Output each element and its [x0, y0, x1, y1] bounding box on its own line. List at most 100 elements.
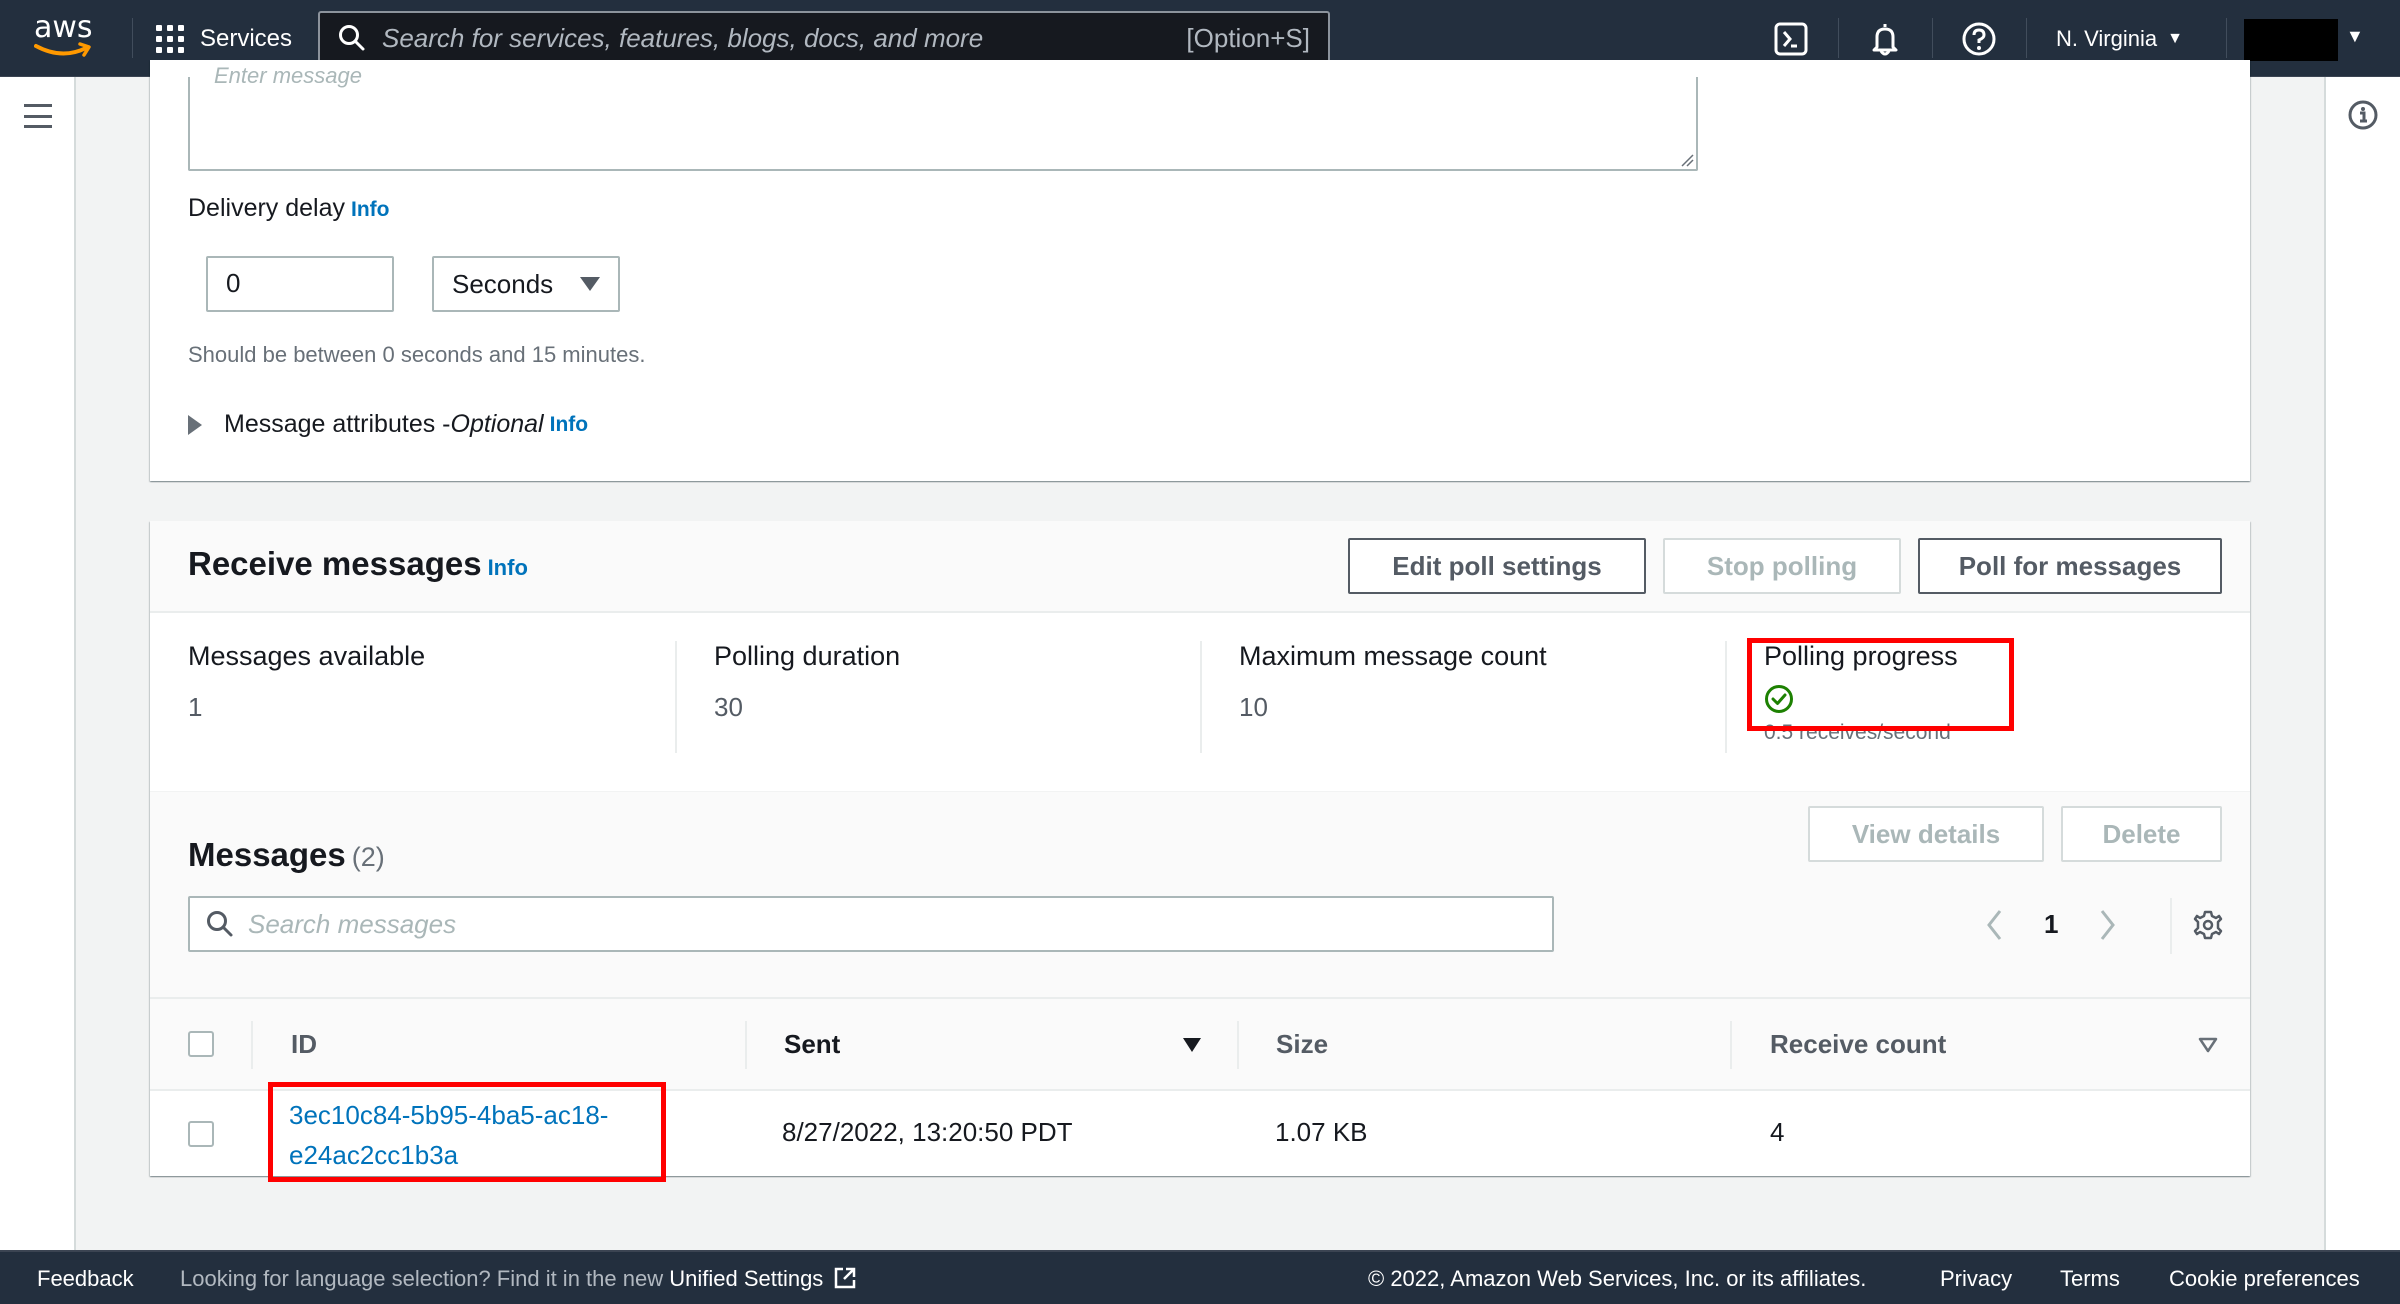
messages-title: Messages (2) [188, 836, 385, 874]
grid-icon [156, 25, 184, 53]
current-page-number[interactable]: 1 [2044, 909, 2058, 940]
unified-settings-link[interactable]: Unified Settings [669, 1266, 823, 1291]
receive-messages-header: Receive messages Info Edit poll settings … [150, 521, 2250, 613]
receive-messages-title: Receive messages Info [188, 545, 528, 583]
column-divider [1730, 1021, 1732, 1069]
messages-table-header: ID Sent Size Receive count [150, 999, 2250, 1091]
account-caret-icon[interactable]: ▼ [2346, 26, 2364, 47]
column-header-receive-count[interactable]: Receive count [1770, 1029, 1946, 1060]
cookie-preferences-link[interactable]: Cookie preferences [2169, 1266, 2360, 1292]
message-id-line-2: e24ac2cc1b3a [289, 1140, 459, 1170]
column-header-id[interactable]: ID [291, 1029, 317, 1060]
right-tools-rail [2324, 77, 2400, 1250]
info-panel-icon[interactable] [2347, 99, 2379, 131]
receive-messages-panel: Receive messages Info Edit poll settings … [150, 521, 2250, 1182]
bell-icon[interactable] [1866, 20, 1904, 58]
messages-section-header: Messages (2) View details Delete Search m… [150, 791, 2250, 999]
delivery-delay-text: Delivery delay [188, 194, 346, 222]
aws-logo[interactable]: aws [34, 10, 94, 60]
delete-button[interactable]: Delete [2061, 806, 2222, 862]
help-icon[interactable] [1960, 20, 1998, 58]
message-receive-count-cell: 4 [1770, 1117, 1785, 1147]
previous-page-icon[interactable] [1984, 908, 2004, 942]
delivery-delay-input[interactable]: 0 [206, 256, 394, 312]
receive-messages-info-link[interactable]: Info [488, 555, 528, 580]
message-id-link[interactable]: 3ec10c84-5b95-4ba5-ac18- e24ac2cc1b3a [289, 1095, 608, 1175]
stat-maximum-message-count: Maximum message count 10 [1239, 641, 1547, 751]
language-notice: Looking for language selection? Find it … [180, 1266, 857, 1292]
aws-logo-text: aws [34, 10, 93, 45]
caret-down-icon: ▼ [2167, 30, 2183, 47]
stat-divider [1200, 641, 1202, 753]
region-label: N. Virginia [2056, 26, 2158, 51]
stat-polling-duration: Polling duration 30 [714, 641, 900, 751]
stat-value: 30 [714, 692, 743, 722]
receive-messages-title-text: Receive messages [188, 545, 482, 582]
row-checkbox[interactable] [188, 1121, 214, 1147]
menu-hamburger-icon[interactable] [24, 104, 52, 128]
messages-title-text: Messages [188, 836, 346, 873]
message-attributes-label: Message attributes - [224, 410, 451, 438]
stat-value: 10 [1239, 692, 1268, 722]
column-header-sent[interactable]: Sent [784, 1029, 840, 1060]
message-size-cell: 1.07 KB [1275, 1117, 1368, 1147]
terms-link[interactable]: Terms [2060, 1266, 2120, 1292]
message-body-textarea[interactable]: Enter message [188, 63, 1698, 171]
column-divider [1237, 1021, 1239, 1069]
nav-divider [2226, 18, 2227, 58]
stat-polling-progress: Polling progress 0.5 receives/second [1764, 641, 1958, 751]
column-divider [745, 1021, 747, 1069]
view-details-button[interactable]: View details [1808, 806, 2044, 862]
privacy-link[interactable]: Privacy [1940, 1266, 2012, 1292]
search-shortcut-hint: [Option+S] [1186, 22, 1310, 53]
footer: Feedback Looking for language selection?… [0, 1250, 2400, 1304]
stat-divider [1725, 641, 1727, 753]
message-sent-cell: 8/27/2022, 13:20:50 PDT [782, 1117, 1073, 1147]
aws-smile-icon [34, 42, 91, 57]
delivery-delay-info-link[interactable]: Info [351, 198, 389, 221]
nav-divider [1838, 18, 1839, 58]
resize-handle-icon[interactable] [1680, 153, 1694, 167]
nav-divider [1932, 18, 1933, 58]
region-selector[interactable]: N. Virginia ▼ [2056, 22, 2183, 56]
stat-label: Maximum message count [1239, 641, 1547, 671]
stat-label: Polling duration [714, 641, 901, 671]
search-icon [339, 25, 365, 51]
next-page-icon[interactable] [2098, 908, 2118, 942]
column-divider [251, 1021, 253, 1069]
stat-messages-available: Messages available 1 [188, 641, 425, 751]
settings-gear-icon[interactable] [2192, 909, 2224, 941]
stop-polling-button[interactable]: Stop polling [1663, 538, 1901, 594]
stat-divider [675, 641, 677, 753]
caret-right-icon [188, 414, 202, 435]
feedback-link[interactable]: Feedback [37, 1266, 134, 1292]
message-attributes-info-link[interactable]: Info [550, 413, 588, 437]
send-message-panel: Enter message Delivery delay Info 0 Secon… [150, 60, 2250, 481]
poll-for-messages-button[interactable]: Poll for messages [1918, 538, 2222, 594]
table-row: 3ec10c84-5b95-4ba5-ac18- e24ac2cc1b3a 8/… [150, 1091, 2250, 1176]
delivery-delay-label: Delivery delay Info [188, 194, 390, 223]
message-body-placeholder: Enter message [214, 63, 362, 88]
nav-divider [2026, 18, 2027, 58]
search-messages-input[interactable]: Search messages [188, 896, 1554, 952]
copyright-text: © 2022, Amazon Web Services, Inc. or its… [1368, 1266, 1867, 1291]
account-menu-redacted[interactable] [2244, 19, 2338, 61]
services-menu-button[interactable]: Services [156, 22, 292, 56]
sort-unsorted-icon[interactable] [2198, 1037, 2218, 1053]
delivery-delay-unit-value: Seconds [452, 268, 554, 299]
external-link-icon[interactable] [833, 1266, 857, 1290]
stat-label: Polling progress [1764, 641, 1958, 671]
optional-label: Optional [450, 410, 544, 438]
caret-down-icon [580, 277, 600, 291]
column-header-size[interactable]: Size [1276, 1029, 1328, 1060]
page-number-text: 1 [2044, 909, 2059, 939]
select-all-checkbox[interactable] [188, 1031, 214, 1057]
delivery-delay-unit-select[interactable]: Seconds [432, 256, 620, 312]
message-attributes-expander[interactable]: Message attributes - Optional Info [188, 410, 588, 439]
sort-descending-icon[interactable] [1182, 1037, 1202, 1053]
stat-value: 1 [188, 692, 203, 722]
edit-poll-settings-button[interactable]: Edit poll settings [1348, 538, 1646, 594]
global-search-input[interactable]: Search for services, features, blogs, do… [318, 11, 1330, 65]
cloudshell-icon[interactable] [1772, 20, 1810, 58]
left-navigation-rail [0, 77, 76, 1250]
